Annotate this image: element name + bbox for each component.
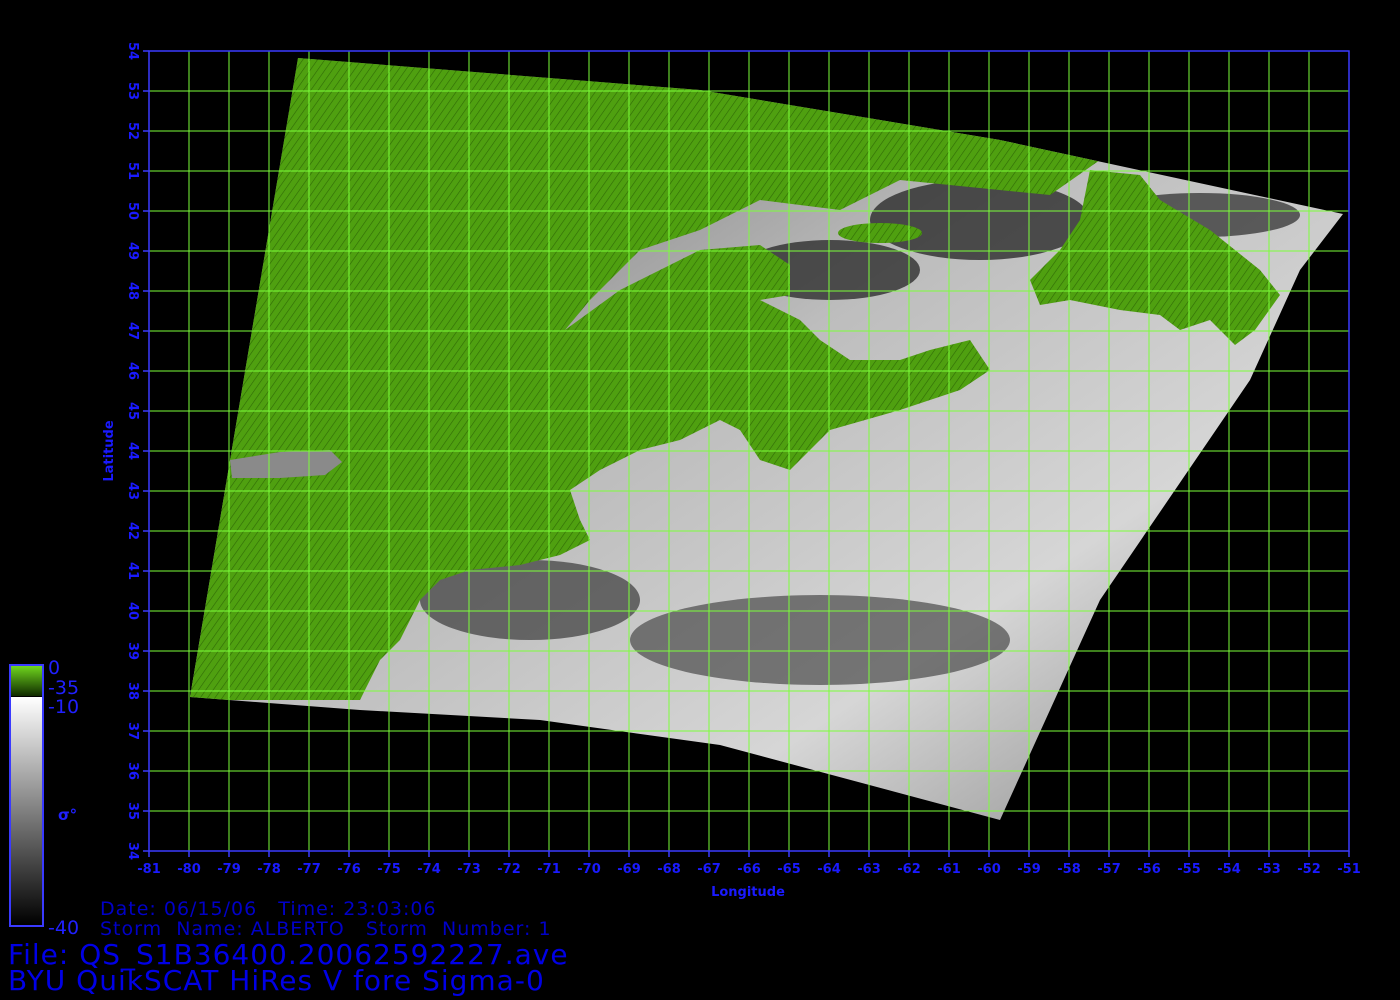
x-tick-label: -67: [697, 862, 721, 877]
product-title-line: BYU QuikSCAT HiRes V fore Sigma-0: [8, 964, 545, 997]
x-tick-label: -71: [537, 862, 561, 877]
colorbar-land-top-label: 0: [48, 657, 60, 679]
dark-sea-patch: [870, 180, 1090, 260]
y-tick-label: 46: [125, 362, 140, 380]
y-tick-label: 44: [125, 442, 140, 460]
colorbar-land-segment: [10, 666, 43, 696]
date-time-line: Date: 06/15/06 Time: 23:03:06: [100, 898, 437, 920]
longitude-ticks: -81 -80 -79 -78 -77 -76 -75 -74 -73 -72 -71 -70 -69 -…: [137, 851, 1361, 877]
y-tick-label: 34: [125, 842, 140, 860]
y-tick-label: 54: [125, 42, 140, 60]
y-tick-label: 49: [125, 242, 140, 260]
y-tick-label: 42: [125, 522, 140, 540]
colorbar-sea-bottom-label: -40: [48, 917, 79, 939]
x-tick-label: -63: [857, 862, 881, 877]
x-tick-label: -61: [937, 862, 961, 877]
x-tick-label: -77: [297, 862, 321, 877]
x-tick-label: -54: [1217, 862, 1241, 877]
x-tick-label: -81: [137, 862, 161, 877]
y-tick-label: 36: [125, 762, 140, 780]
y-tick-label: 39: [125, 642, 140, 660]
map-grid: [148, 50, 1350, 852]
x-tick-label: -65: [777, 862, 801, 877]
x-tick-label: -80: [177, 862, 201, 877]
y-tick-label: 47: [125, 322, 140, 340]
y-tick-label: 51: [125, 162, 140, 180]
x-tick-label: -75: [377, 862, 401, 877]
x-tick-label: -69: [617, 862, 641, 877]
y-tick-label: 38: [125, 682, 140, 700]
colorbar-sea-segment: [10, 697, 43, 925]
y-tick-label: 52: [125, 122, 140, 140]
y-tick-label: 45: [125, 402, 140, 420]
x-tick-label: -53: [1257, 862, 1281, 877]
dark-sea-patch: [630, 595, 1010, 685]
y-tick-label: 37: [125, 722, 140, 740]
x-tick-label: -57: [1097, 862, 1121, 877]
colorbar-sea-top-label: -10: [48, 696, 79, 718]
y-axis-label: Latitude: [102, 420, 117, 482]
map-figure: -81 -80 -79 -78 -77 -76 -75 -74 -73 -72 -71 -70 -69 -…: [9, 42, 1361, 939]
colorbar: 0 -35 -10 -40 σ°: [9, 657, 79, 939]
x-tick-label: -56: [1137, 862, 1161, 877]
x-tick-label: -62: [897, 862, 921, 877]
x-axis-label: Longitude: [711, 885, 785, 900]
y-tick-label: 43: [125, 482, 140, 500]
x-tick-label: -66: [737, 862, 761, 877]
x-tick-label: -55: [1177, 862, 1201, 877]
y-tick-label: 35: [125, 802, 140, 820]
storm-info-line: Storm Name: ALBERTO Storm Number: 1: [100, 918, 552, 940]
x-tick-label: -51: [1337, 862, 1361, 877]
y-tick-label: 40: [125, 602, 140, 620]
y-tick-label: 48: [125, 282, 140, 300]
x-tick-label: -74: [417, 862, 441, 877]
y-tick-label: 50: [125, 202, 140, 220]
latitude-ticks: 34 35 36 37 38 39 40 41 42 43 44 45 46 47 48 49 50 51 52 53…: [125, 42, 149, 860]
x-tick-label: -79: [217, 862, 241, 877]
y-tick-label: 41: [125, 562, 140, 580]
x-tick-label: -52: [1297, 862, 1321, 877]
x-tick-label: -78: [257, 862, 281, 877]
x-tick-label: -72: [497, 862, 521, 877]
x-tick-label: -73: [457, 862, 481, 877]
x-tick-label: -59: [1017, 862, 1041, 877]
x-tick-label: -60: [977, 862, 1001, 877]
y-tick-label: 53: [125, 82, 140, 100]
x-tick-label: -70: [577, 862, 601, 877]
x-tick-label: -76: [337, 862, 361, 877]
colorbar-sigma-label: σ°: [58, 806, 77, 824]
satellite-swath: [190, 58, 1343, 820]
x-tick-label: -58: [1057, 862, 1081, 877]
x-tick-label: -64: [817, 862, 841, 877]
x-tick-label: -68: [657, 862, 681, 877]
